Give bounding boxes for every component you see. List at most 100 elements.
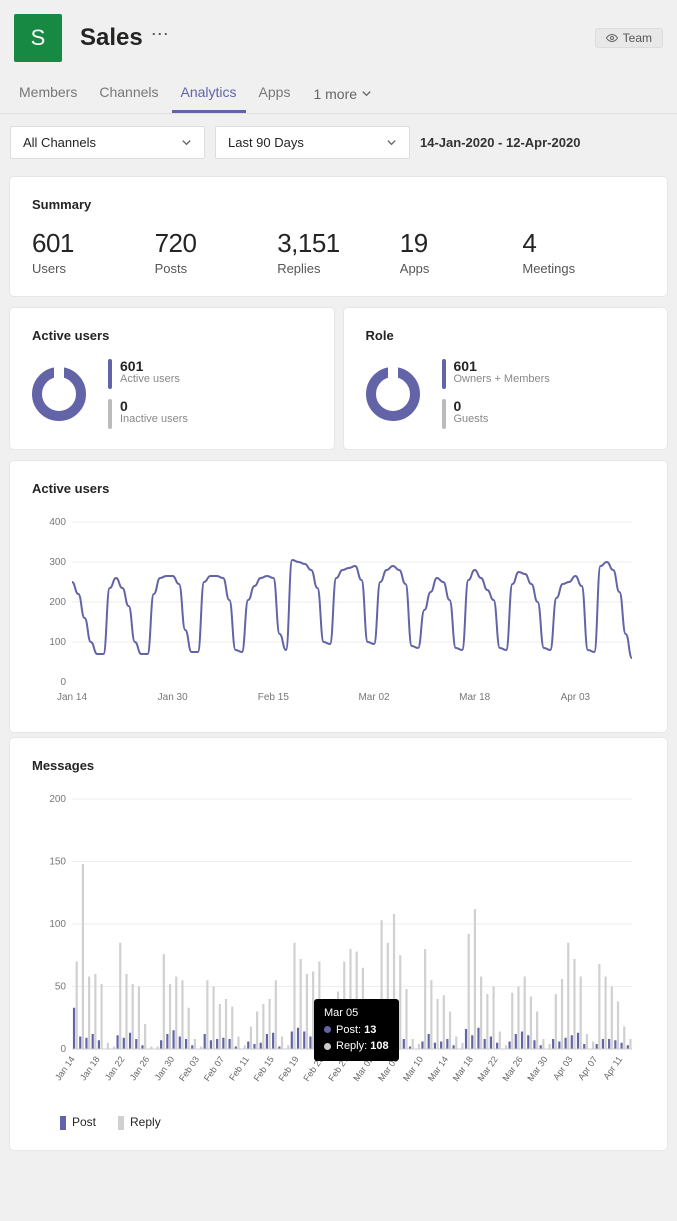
tab-strip: Members Channels Analytics Apps 1 more xyxy=(0,72,677,114)
legend-reply-label: Reply xyxy=(130,1115,161,1129)
chart-tooltip: Mar 05 Post: 13 Reply: 108 xyxy=(314,999,399,1061)
svg-text:400: 400 xyxy=(49,517,66,528)
legend-owners-members: 601Owners + Members xyxy=(442,359,550,389)
svg-text:Apr 07: Apr 07 xyxy=(576,1054,599,1081)
svg-text:Apr 11: Apr 11 xyxy=(601,1054,624,1081)
svg-text:0: 0 xyxy=(60,1044,66,1055)
svg-text:0: 0 xyxy=(60,677,66,688)
svg-text:Jan 26: Jan 26 xyxy=(128,1054,152,1082)
active-users-line-chart[interactable]: 0100200300400Jan 14Jan 30Feb 15Mar 02Mar… xyxy=(32,512,642,712)
donut-icon xyxy=(32,367,86,421)
team-privacy-chip[interactable]: Team xyxy=(595,28,663,48)
team-chip-label: Team xyxy=(623,31,652,45)
svg-text:Jan 22: Jan 22 xyxy=(103,1054,127,1082)
messages-legend: Post Reply xyxy=(32,1109,645,1130)
svg-text:Mar 02: Mar 02 xyxy=(358,692,390,703)
svg-text:50: 50 xyxy=(55,982,67,993)
team-title: Sales xyxy=(80,24,143,52)
svg-text:200: 200 xyxy=(49,794,66,805)
svg-text:Feb 15: Feb 15 xyxy=(252,1054,276,1083)
tooltip-post-value: 13 xyxy=(364,1024,376,1036)
svg-text:Jan 14: Jan 14 xyxy=(57,692,87,703)
legend-label: Owners + Members xyxy=(454,373,550,385)
summary-stats: 601 Users 720 Posts 3,151 Replies 19 App… xyxy=(32,228,645,276)
legend-post: Post xyxy=(60,1115,96,1130)
stat-label: Posts xyxy=(155,261,278,276)
range-dropdown-value: Last 90 Days xyxy=(228,135,304,150)
active-users-chart-card: Active users 0100200300400Jan 14Jan 30Fe… xyxy=(10,461,667,732)
svg-text:Apr 03: Apr 03 xyxy=(561,692,591,703)
tab-analytics[interactable]: Analytics xyxy=(172,78,246,113)
tooltip-reply-label: Reply xyxy=(336,1040,364,1052)
swatch-icon xyxy=(60,1116,66,1130)
chevron-down-icon xyxy=(386,137,397,148)
svg-text:Mar 26: Mar 26 xyxy=(500,1054,524,1083)
messages-chart-card: Messages 050100150200Jan 14Jan 18Jan 22J… xyxy=(10,738,667,1150)
legend-active: 601Active users xyxy=(108,359,188,389)
legend-post-label: Post xyxy=(72,1115,96,1129)
role-donut-card: Role 601Owners + Members 0Guests xyxy=(344,308,668,449)
eye-icon xyxy=(606,32,618,44)
svg-text:Feb 15: Feb 15 xyxy=(258,692,290,703)
summary-card: Summary 601 Users 720 Posts 3,151 Replie… xyxy=(10,177,667,296)
svg-text:Jan 14: Jan 14 xyxy=(53,1054,77,1082)
tooltip-post-label: Post xyxy=(336,1024,358,1036)
svg-text:100: 100 xyxy=(49,919,66,930)
svg-text:Jan 18: Jan 18 xyxy=(78,1054,102,1082)
chevron-down-icon xyxy=(181,137,192,148)
svg-text:Mar 18: Mar 18 xyxy=(451,1054,475,1083)
dot-icon xyxy=(324,1043,331,1050)
tab-members[interactable]: Members xyxy=(10,78,86,113)
active-users-donut-card: Active users 601Active users 0Inactive u… xyxy=(10,308,334,449)
more-options-icon[interactable]: ⋯ xyxy=(151,24,169,45)
legend-swatch-grey xyxy=(442,399,446,429)
legend-reply: Reply xyxy=(118,1115,161,1130)
svg-text:200: 200 xyxy=(49,597,66,608)
legend-value: 0 xyxy=(120,399,188,413)
date-range-text: 14-Jan-2020 - 12-Apr-2020 xyxy=(420,135,580,150)
active-users-card-title: Active users xyxy=(32,328,312,343)
stat-label: Replies xyxy=(277,261,400,276)
svg-text:Jan 30: Jan 30 xyxy=(153,1054,177,1082)
legend-swatch-purple xyxy=(442,359,446,389)
messages-bar-chart[interactable]: 0 50 100 150 200 Jan 14Jan 18Jan 22Jan 26Jan … xyxy=(32,789,642,1109)
swatch-icon xyxy=(118,1116,124,1130)
chevron-down-icon xyxy=(361,88,372,99)
team-header: S Sales ⋯ Team xyxy=(0,0,677,72)
svg-text:Mar 30: Mar 30 xyxy=(525,1054,549,1083)
tooltip-reply-value: 108 xyxy=(370,1040,388,1052)
stat-posts: 720 Posts xyxy=(155,228,278,276)
tab-channels[interactable]: Channels xyxy=(90,78,167,113)
stat-label: Users xyxy=(32,261,155,276)
svg-text:100: 100 xyxy=(49,637,66,648)
stat-value: 4 xyxy=(522,228,645,259)
svg-text:150: 150 xyxy=(49,857,66,868)
svg-text:Apr 03: Apr 03 xyxy=(551,1054,574,1081)
stat-value: 720 xyxy=(155,228,278,259)
donut-icon xyxy=(366,367,420,421)
tab-more[interactable]: 1 more xyxy=(303,80,382,112)
role-card-title: Role xyxy=(366,328,646,343)
legend-inactive: 0Inactive users xyxy=(108,399,188,429)
svg-text:Mar 22: Mar 22 xyxy=(476,1054,500,1083)
svg-text:Feb 11: Feb 11 xyxy=(227,1054,251,1082)
stat-label: Apps xyxy=(400,261,523,276)
stat-meetings: 4 Meetings xyxy=(522,228,645,276)
team-avatar: S xyxy=(14,14,62,62)
dot-icon xyxy=(324,1026,331,1033)
tab-apps[interactable]: Apps xyxy=(250,78,300,113)
svg-text:Feb 07: Feb 07 xyxy=(202,1054,226,1083)
range-dropdown[interactable]: Last 90 Days xyxy=(215,126,410,159)
legend-swatch-grey xyxy=(108,399,112,429)
chart-title: Active users xyxy=(32,481,645,496)
channel-dropdown[interactable]: All Channels xyxy=(10,126,205,159)
legend-label: Guests xyxy=(454,413,489,425)
tab-more-label: 1 more xyxy=(313,86,357,102)
stat-apps: 19 Apps xyxy=(400,228,523,276)
stat-value: 19 xyxy=(400,228,523,259)
svg-text:Feb 19: Feb 19 xyxy=(276,1054,300,1083)
stat-label: Meetings xyxy=(522,261,645,276)
filter-bar: All Channels Last 90 Days 14-Jan-2020 - … xyxy=(0,114,677,171)
svg-text:Mar 18: Mar 18 xyxy=(459,692,491,703)
summary-title: Summary xyxy=(32,197,645,212)
